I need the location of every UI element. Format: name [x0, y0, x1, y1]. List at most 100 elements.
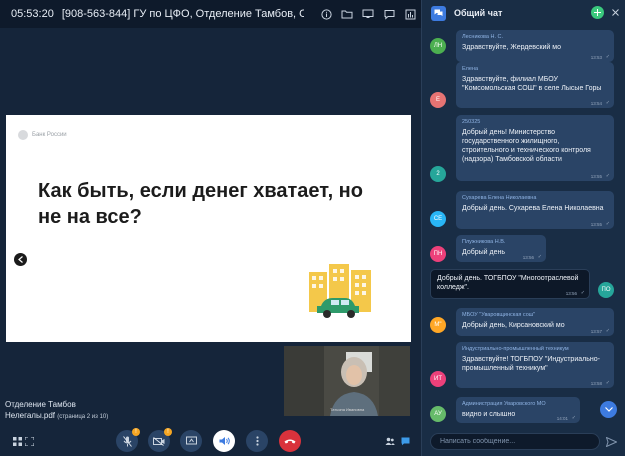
stats-icon[interactable]: [400, 4, 421, 24]
speaker-button[interactable]: [213, 430, 235, 452]
chat-title: Общий чат: [454, 8, 503, 18]
avatar: М": [430, 317, 446, 333]
avatar: ЛН: [430, 38, 446, 54]
share-screen-icon: [185, 436, 197, 445]
camera-warning-badge: !: [164, 428, 172, 436]
folder-icon[interactable]: [337, 4, 358, 24]
slide-headline: Как быть, если денег хватает, но не на в…: [38, 180, 363, 228]
message-text: Здравствуйте, филиал МБОУ "Комсомольская…: [462, 76, 602, 92]
info-icon[interactable]: [316, 4, 337, 24]
camera-button[interactable]: !: [148, 428, 172, 452]
message-time: 13:55: [590, 222, 602, 227]
message: 250325 Добрый день! Министерство государ…: [456, 115, 614, 181]
session-time: 05:53:20: [11, 8, 54, 20]
message-author: Администрация Уваровского МО: [462, 401, 546, 407]
message: Плужникова Н.В. Добрый день 13:56 ✓: [456, 235, 546, 262]
fullscreen-icon: [24, 436, 34, 446]
message-time: 13:53: [590, 55, 602, 60]
read-check-icon: ✓: [537, 254, 542, 260]
microphone-button[interactable]: !: [116, 428, 140, 452]
message-author: Сухарева Елена Николаевна: [462, 195, 537, 201]
avatar: 2: [430, 166, 446, 182]
read-check-icon: ✓: [571, 415, 576, 421]
speaker-icon: [219, 437, 230, 445]
read-check-icon: ✓: [605, 380, 610, 386]
message-time: 13:56: [565, 291, 577, 296]
message-composer: [422, 428, 625, 456]
message-text: Добрый день, Кирсановский мо: [462, 322, 565, 329]
plus-icon: [594, 9, 601, 16]
chat-panel: Общий чат Лесникова Н. С. Здравствуйте, …: [421, 0, 625, 456]
read-check-icon: ✓: [605, 100, 610, 106]
mic-warning-badge: !: [132, 428, 140, 436]
call-controls: ! !: [0, 426, 421, 456]
message: Лесникова Н. С. Здравствуйте, Жердевский…: [456, 30, 614, 62]
message-input[interactable]: [430, 433, 600, 450]
page-indicator: (страница 2 из 10): [57, 414, 109, 420]
message-time: 13:57: [590, 329, 602, 334]
message-text: Добрый день. Сухарева Елена Николаевна: [462, 205, 604, 212]
participant-image-icon: [284, 346, 410, 416]
bank-label: Банк России: [32, 132, 67, 138]
message-time: 13:55: [590, 174, 602, 179]
participant-video: Татьяна Ивановна: [284, 346, 410, 416]
message-text: Добрый день! Министерство государственно…: [462, 129, 591, 163]
conference-title: [908-563-844] ГУ по ЦФО, Отделение Тамбо…: [61, 8, 304, 20]
hangup-phone-icon: [284, 439, 296, 444]
chevron-down-icon: [604, 407, 613, 412]
scroll-down-button[interactable]: [600, 401, 617, 418]
message-author: МБОУ "Уваровщинская сош": [462, 312, 536, 318]
chat-toggle-button[interactable]: [394, 430, 416, 452]
avatar: Е: [430, 92, 446, 108]
message: МБОУ "Уваровщинская сош" Добрый день, Ки…: [456, 308, 614, 336]
close-icon: [611, 8, 619, 16]
chat-bubble-icon[interactable]: [379, 4, 400, 24]
avatar: СЕ: [430, 211, 446, 227]
send-button[interactable]: [605, 436, 618, 448]
participant-name: Татьяна Ивановна: [330, 407, 365, 412]
bank-logo-icon: [18, 130, 28, 140]
hangup-button[interactable]: [279, 430, 301, 452]
presenter-info: Отделение Тамбов Нелегалы.pdf (страница …: [5, 399, 108, 423]
message-author: Плужникова Н.В.: [462, 239, 506, 245]
send-icon: [606, 437, 617, 447]
message-time: 13:54: [590, 101, 602, 106]
message-text: Здравствуйте, Жердевский мо: [462, 44, 561, 51]
chat-icon: [401, 437, 409, 445]
prev-slide-button[interactable]: [14, 253, 27, 266]
avatar: АУ: [430, 406, 446, 422]
read-check-icon: ✓: [605, 173, 610, 179]
more-dots-icon: [255, 436, 259, 446]
message-text: Добрый день. ТОГБПОУ "Многоотраслевой ко…: [437, 275, 579, 291]
presenter-name: Отделение Тамбов: [5, 400, 76, 409]
message-author: Лесникова Н. С.: [462, 34, 504, 40]
microphone-muted-icon: [122, 435, 132, 447]
message-list: Лесникова Н. С. Здравствуйте, Жердевский…: [422, 26, 625, 428]
close-chat-button[interactable]: [609, 6, 621, 18]
own-message: Добрый день. ТОГБПОУ "Многоотраслевой ко…: [430, 269, 590, 299]
message: Индустриально-промышленный техникум Здра…: [456, 342, 614, 388]
add-chat-button[interactable]: [591, 6, 604, 19]
document-name: Нелегалы.pdf: [5, 411, 56, 420]
slide-logo: Банк России: [18, 130, 67, 140]
document-info: Нелегалы.pdf (страница 2 из 10): [5, 410, 108, 423]
message-author: Елена: [462, 66, 479, 72]
read-check-icon: ✓: [605, 221, 610, 227]
message-author: Индустриально-промышленный техникум: [462, 346, 569, 352]
read-check-icon: ✓: [605, 54, 610, 60]
read-check-icon: ✓: [605, 328, 610, 334]
chat-group-icon: [431, 5, 446, 21]
fullscreen-button[interactable]: [18, 430, 40, 452]
screen-share-icon[interactable]: [358, 4, 379, 24]
camera-muted-icon: [153, 436, 165, 446]
video-pane: 05:53:20 [908-563-844] ГУ по ЦФО, Отделе…: [0, 0, 421, 456]
share-button[interactable]: [180, 430, 202, 452]
more-button[interactable]: [246, 430, 268, 452]
message-text: Здравствуйте! ТОГБПОУ "Индустриально-про…: [462, 356, 600, 372]
message-time: 13:56: [522, 255, 534, 260]
avatar: ПО: [598, 282, 614, 298]
message-time: 13:58: [590, 381, 602, 386]
avatar: ПН: [430, 246, 446, 262]
top-bar: 05:53:20 [908-563-844] ГУ по ЦФО, Отделе…: [0, 0, 421, 28]
message: Елена Здравствуйте, филиал МБОУ "Комсомо…: [456, 62, 614, 108]
